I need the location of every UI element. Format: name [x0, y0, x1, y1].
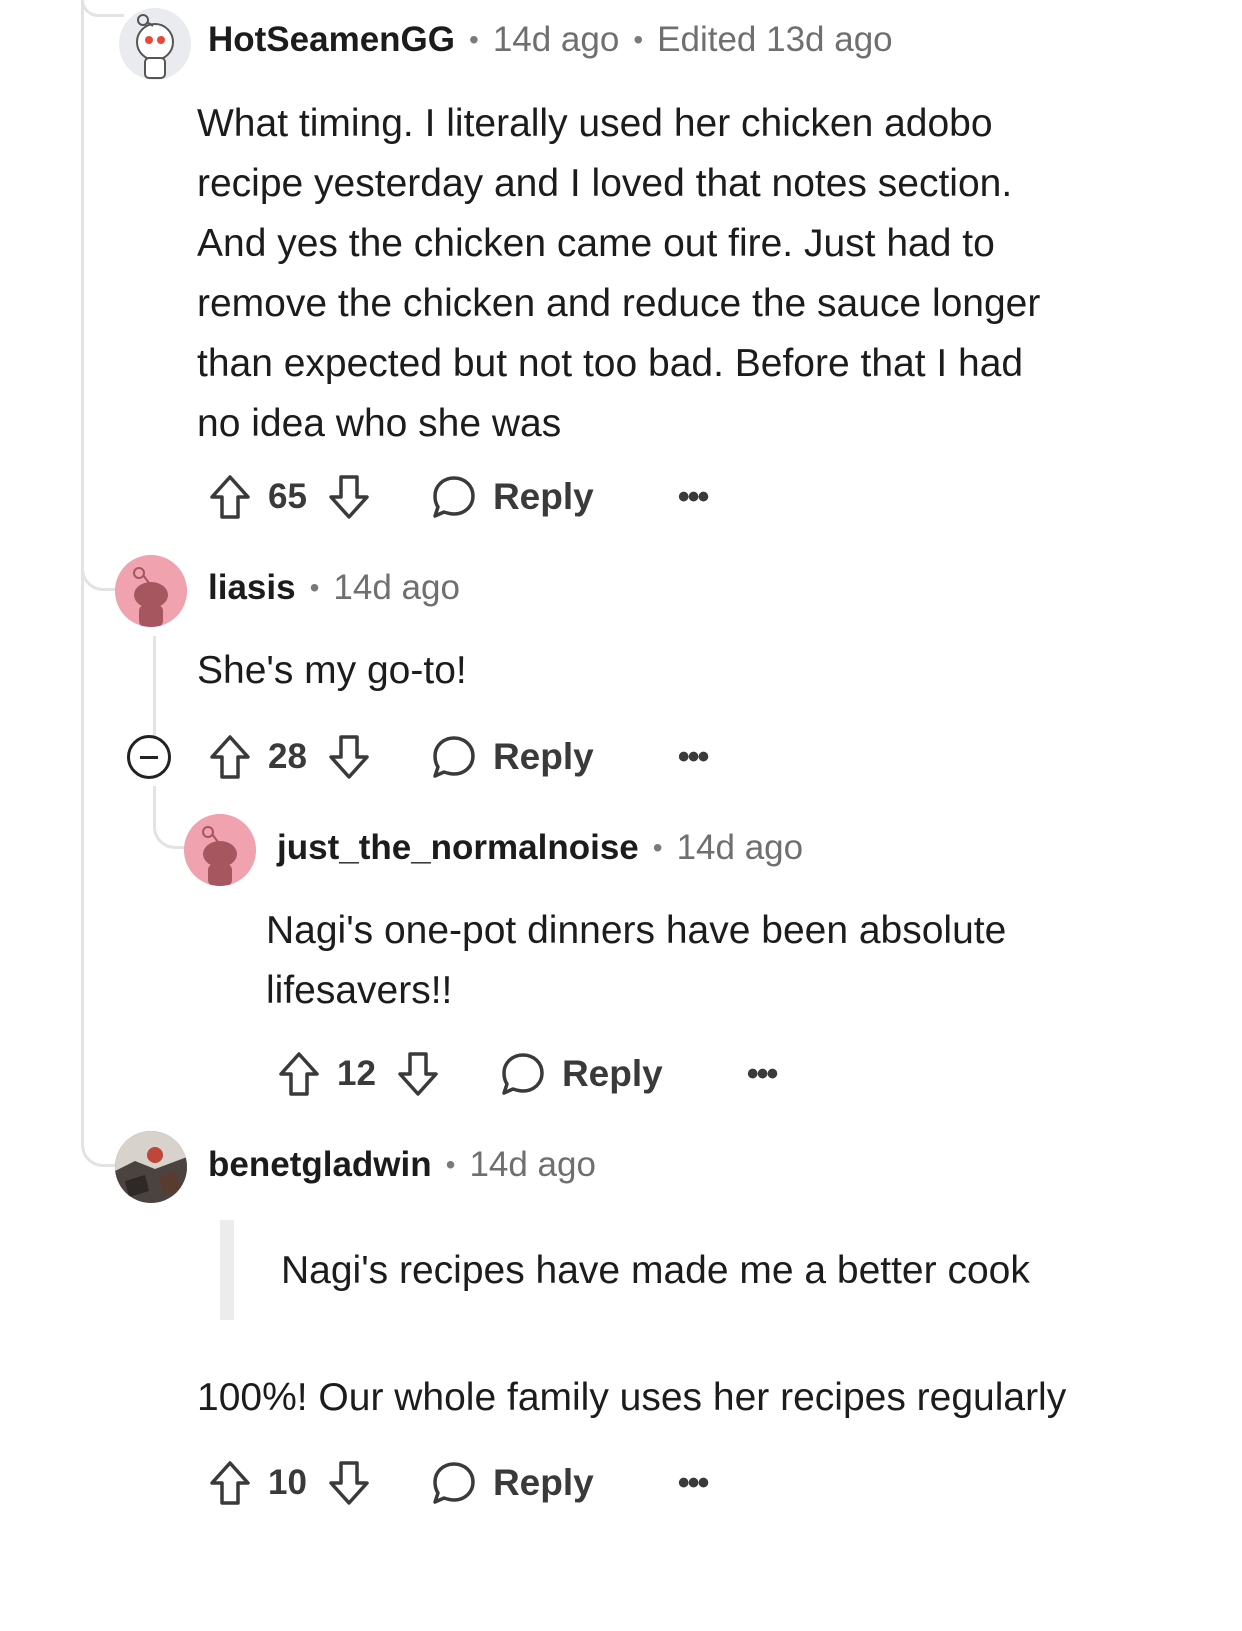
comment-line: 100%! Our whole family uses her recipes …: [197, 1376, 1067, 1419]
comment-line: no idea who she was: [197, 402, 562, 445]
username[interactable]: liasis: [208, 568, 296, 608]
upvote-icon[interactable]: [208, 733, 252, 781]
timestamp: 14d ago: [333, 568, 460, 607]
username[interactable]: HotSeamenGG: [208, 20, 455, 60]
vote-score: 10: [268, 1463, 307, 1502]
more-options-button[interactable]: •••: [678, 480, 710, 514]
comment-actions: 10 Reply •••: [208, 1453, 710, 1513]
reply-button[interactable]: Reply: [431, 474, 594, 520]
comment-line: recipe yesterday and I loved that notes …: [197, 162, 1013, 205]
reply-button[interactable]: Reply: [500, 1051, 663, 1097]
comment-body: What timing. I literally used her chicke…: [197, 94, 1040, 454]
blockquote-bar: [220, 1220, 234, 1320]
reply-label: Reply: [492, 736, 594, 777]
timestamp: 14d ago: [676, 828, 804, 867]
vote-score: 12: [337, 1054, 376, 1093]
separator-dot: •: [445, 1149, 456, 1180]
comment-line: What timing. I literally used her chicke…: [197, 102, 993, 145]
upvote-icon[interactable]: [208, 473, 252, 521]
comment-line: remove the chicken and reduce the sauce …: [197, 282, 1041, 325]
more-options-button[interactable]: •••: [678, 1466, 710, 1500]
avatar[interactable]: [119, 8, 191, 80]
snoo-pink-avatar-icon: [184, 814, 256, 886]
separator-dot: •: [469, 24, 479, 55]
avatar[interactable]: [115, 555, 187, 627]
avatar[interactable]: [115, 1131, 187, 1203]
comment-line: lifesavers!!: [266, 969, 453, 1012]
comment-body: Nagi's one-pot dinners have been absolut…: [266, 901, 1006, 1021]
snoo-pink-avatar-icon: [115, 555, 187, 627]
thread-curve-1: [81, 0, 124, 17]
upvote-icon[interactable]: [277, 1050, 321, 1098]
vote-score: 65: [268, 477, 307, 516]
comment-actions: 12 Reply •••: [277, 1044, 779, 1104]
comment-line: And yes the chicken came out fire. Just …: [197, 222, 995, 265]
more-options-button[interactable]: •••: [678, 740, 710, 774]
reply-button[interactable]: Reply: [431, 734, 594, 780]
comment-meta: liasis • 14d ago: [208, 568, 460, 608]
downvote-icon[interactable]: [327, 733, 371, 781]
separator-dot: •: [633, 24, 644, 55]
speech-bubble-icon: [433, 476, 475, 518]
edited-label: Edited 13d ago: [657, 20, 893, 59]
downvote-icon[interactable]: [396, 1050, 440, 1098]
snoo-robot-avatar-icon: [119, 8, 191, 80]
speech-bubble-icon: [502, 1053, 544, 1095]
comment-body: 100%! Our whole family uses her recipes …: [197, 1368, 1066, 1428]
speech-bubble-icon: [433, 1462, 475, 1504]
comment-meta: benetgladwin • 14d ago: [208, 1145, 596, 1185]
comment-actions: 28 Reply •••: [208, 727, 710, 787]
comment-actions: 65 Reply •••: [208, 467, 710, 527]
more-options-button[interactable]: •••: [747, 1057, 779, 1091]
blockquote-text: Nagi's recipes have made me a better coo…: [281, 1249, 1030, 1292]
vote-score: 28: [268, 737, 307, 776]
comment-meta: HotSeamenGG • 14d ago • Edited 13d ago: [208, 20, 893, 60]
reply-label: Reply: [492, 476, 594, 517]
comment-meta: just_the_normalnoise • 14d ago: [277, 828, 803, 868]
separator-dot: •: [652, 832, 663, 863]
avatar[interactable]: [184, 814, 256, 886]
reply-label: Reply: [492, 1462, 594, 1503]
comment-line: Nagi's one-pot dinners have been absolut…: [266, 909, 1007, 952]
username[interactable]: benetgladwin: [208, 1145, 432, 1185]
collapse-thread-button[interactable]: [127, 735, 171, 779]
thread-line-liasis: [153, 636, 156, 736]
downvote-icon[interactable]: [327, 1459, 371, 1507]
timestamp: 14d ago: [469, 1145, 596, 1184]
comment-line: than expected but not too bad. Before th…: [197, 342, 1024, 385]
separator-dot: •: [309, 572, 320, 603]
downvote-icon[interactable]: [327, 473, 371, 521]
reply-button[interactable]: Reply: [431, 1460, 594, 1506]
upvote-icon[interactable]: [208, 1459, 252, 1507]
username[interactable]: just_the_normalnoise: [277, 828, 639, 868]
photo-avatar-icon: [115, 1131, 187, 1203]
comment-line: She's my go-to!: [197, 649, 467, 692]
reply-label: Reply: [561, 1053, 663, 1094]
comment-body: She's my go-to!: [197, 641, 467, 701]
speech-bubble-icon: [433, 736, 475, 778]
timestamp: 14d ago: [492, 20, 620, 59]
